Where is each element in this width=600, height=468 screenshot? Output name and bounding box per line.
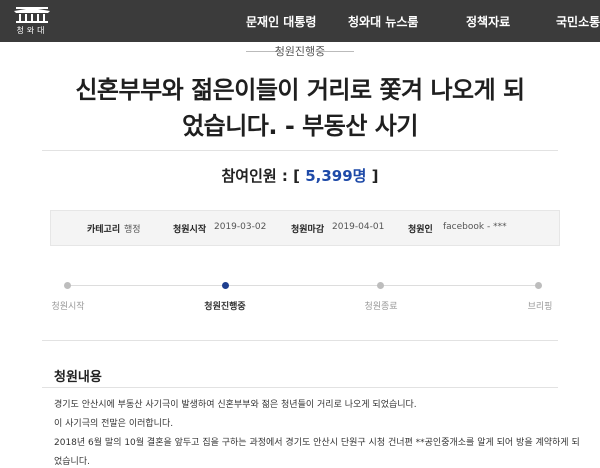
- participants-suffix: ]: [366, 167, 379, 185]
- logo-text: 청와대: [16, 26, 48, 35]
- category-value: 행정: [124, 225, 141, 235]
- nav-item-communication[interactable]: 국민소통: [556, 13, 600, 30]
- content-heading: 청원내용: [54, 370, 102, 385]
- petition-status: 청원진행중: [274, 45, 326, 58]
- petition-title-line-1: 신혼부부와 젊은이들이 거리로 쫓겨 나오게 되: [75, 76, 525, 104]
- petition-info-box: 카테고리 행정 청원시작 2019-03-02 청원마감 2019-04-01 …: [50, 210, 560, 246]
- participants-count: 참여인원 : [ 5,399명 ]: [0, 165, 600, 186]
- participants-label: 참여인원 : [: [221, 167, 306, 185]
- start-date-value: 2019-03-02: [214, 222, 267, 232]
- author-label: 청원인: [408, 225, 433, 235]
- progress-divider: [42, 340, 558, 341]
- progress-dot-briefing: [535, 282, 542, 289]
- participants-number: 5,399명: [305, 167, 367, 185]
- blue-house-icon: [14, 7, 50, 23]
- author-value: facebook - ***: [443, 222, 507, 232]
- logo[interactable]: 청와대: [6, 4, 58, 38]
- content-line-2: 이 사기극의 전말은 이러합니다.: [54, 419, 174, 429]
- progress-dot-start: [64, 282, 71, 289]
- content-line-3: 2018년 6월 말의 10월 결혼을 앞두고 집을 구하는 과정에서 경기도 …: [54, 438, 580, 448]
- step-label-in-progress: 청원진행중: [204, 302, 246, 312]
- petition-title-line-2: 었습니다. - 부동산 사기: [182, 112, 418, 140]
- category-label: 카테고리: [87, 225, 121, 235]
- progress-dot-active: [222, 282, 229, 289]
- step-label-briefing: 브리핑: [527, 302, 553, 312]
- content-line-4: 었습니다.: [54, 457, 90, 467]
- nav-item-policy[interactable]: 정책자료: [466, 13, 510, 30]
- start-date-label: 청원시작: [173, 225, 207, 235]
- title-divider: [42, 150, 558, 151]
- content-heading-divider: [42, 387, 558, 388]
- nav-item-president[interactable]: 문재인 대통령: [246, 13, 316, 30]
- nav-item-newsroom[interactable]: 청와대 뉴스룸: [348, 13, 418, 30]
- end-date-value: 2019-04-01: [332, 222, 385, 232]
- progress-dot-end: [377, 282, 384, 289]
- petition-title: 신혼부부와 젊은이들이 거리로 쫓겨 나오게 되 었습니다. - 부동산 사기: [60, 72, 540, 144]
- content-line-1: 경기도 안산시에 부동산 사기극이 발생하여 신혼부부와 젊은 청년들이 거리로…: [54, 400, 417, 410]
- end-date-label: 청원마감: [291, 225, 325, 235]
- status-divider-right: [320, 51, 354, 52]
- step-label-start: 청원시작: [51, 302, 85, 312]
- top-nav: 청와대 문재인 대통령 청와대 뉴스룸 정책자료 국민소통: [0, 0, 600, 42]
- step-label-closed: 청원종료: [364, 302, 398, 312]
- progress-track: [67, 285, 538, 286]
